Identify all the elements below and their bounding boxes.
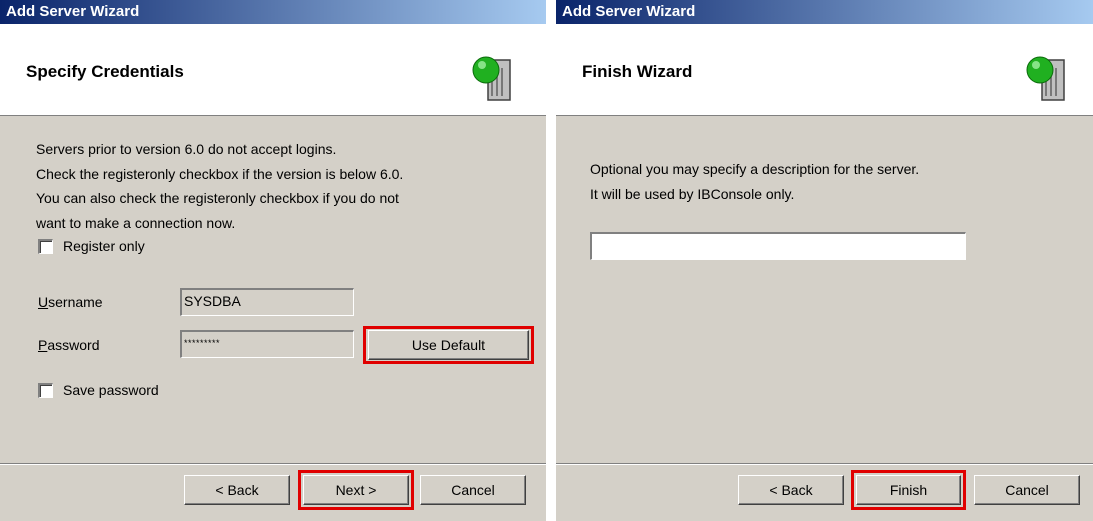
wizard-header: Specify Credentials — [0, 24, 546, 116]
cancel-button[interactable]: Cancel — [420, 475, 526, 505]
image-divider — [548, 0, 554, 521]
username-label: Username — [38, 294, 103, 310]
back-button[interactable]: < Back — [184, 475, 290, 505]
description-line: want to make a connection now. — [36, 214, 236, 231]
description-line: It will be used by IBConsole only. — [590, 185, 795, 202]
description-line: Optional you may specify a description f… — [590, 161, 920, 177]
page-title: Specify Credentials — [26, 62, 184, 81]
window-title: Add Server Wizard — [556, 0, 1093, 24]
wizard-header: Finish Wizard — [556, 24, 1093, 116]
register-only-checkbox[interactable]: Register only — [38, 236, 145, 256]
finish-button[interactable]: Finish — [856, 475, 961, 505]
description-line: You can also check the registeronly chec… — [36, 190, 399, 206]
checkbox-box[interactable] — [38, 382, 53, 398]
password-label: Password — [38, 337, 100, 353]
description-line: Check the registeronly checkbox if the v… — [36, 165, 404, 182]
back-button[interactable]: < Back — [738, 475, 844, 505]
cancel-button[interactable]: Cancel — [974, 475, 1080, 505]
credentials-description: Servers prior to version 6.0 do not acce… — [36, 137, 403, 235]
footer-divider — [0, 463, 546, 465]
footer-divider — [556, 463, 1093, 465]
description-line: Servers prior to version 6.0 do not acce… — [36, 141, 337, 157]
next-button[interactable]: Next > — [303, 475, 409, 505]
register-only-label: Register only — [63, 238, 145, 254]
username-field[interactable]: SYSDBA — [180, 288, 354, 316]
use-default-button[interactable]: Use Default — [368, 330, 529, 360]
server-globe-icon — [472, 56, 511, 101]
save-password-label: Save password — [63, 382, 159, 398]
password-field[interactable]: ********* — [180, 330, 354, 358]
server-globe-icon — [1026, 56, 1065, 101]
server-description-input[interactable] — [590, 232, 966, 260]
specify-credentials-dialog: Add Server Wizard Specify Credentials Se… — [0, 0, 546, 521]
finish-description: Optional you may specify a description f… — [590, 157, 919, 206]
save-password-checkbox[interactable]: Save password — [38, 380, 159, 400]
finish-wizard-dialog: Add Server Wizard Finish Wizard Optional… — [556, 0, 1093, 521]
checkbox-box[interactable] — [38, 238, 53, 254]
window-title: Add Server Wizard — [0, 0, 546, 24]
page-title: Finish Wizard — [582, 62, 693, 81]
